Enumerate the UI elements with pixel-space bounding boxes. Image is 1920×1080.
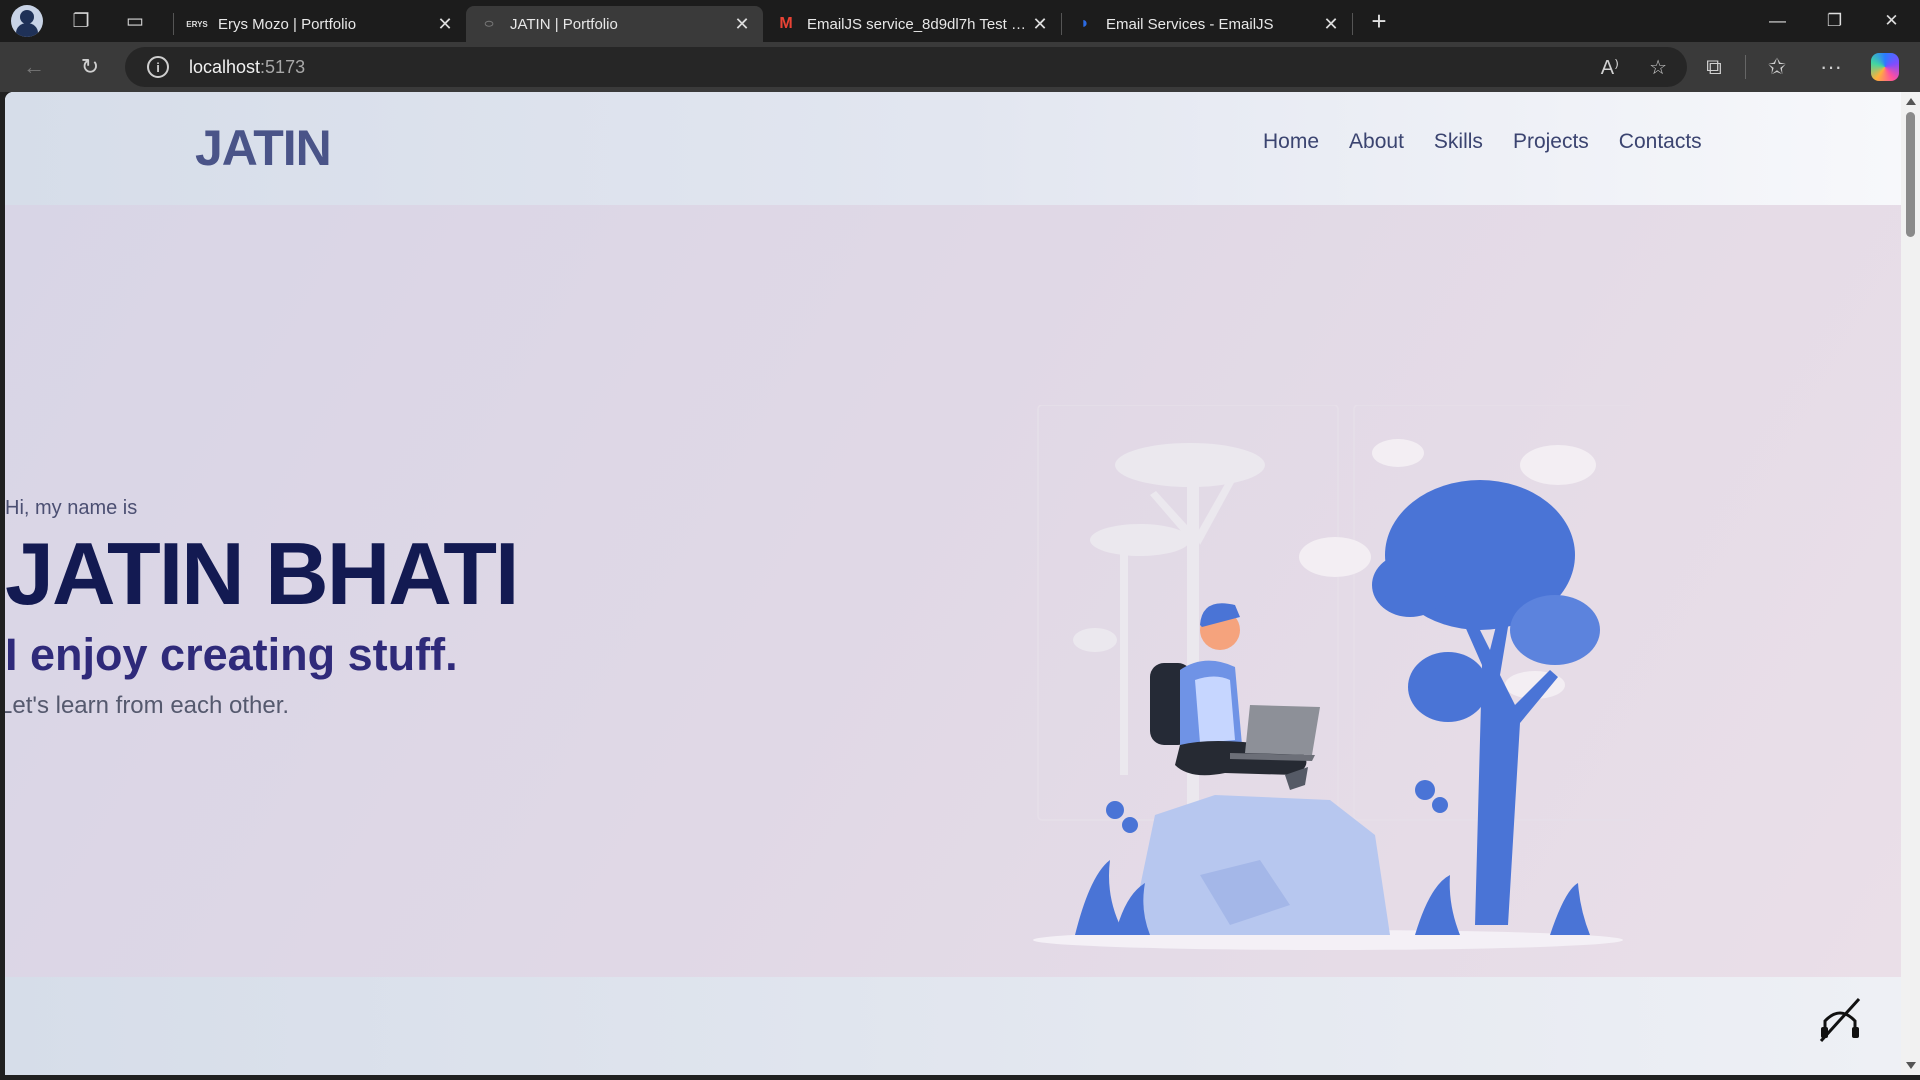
scroll-down-icon[interactable]	[1906, 1062, 1916, 1069]
tab-separator	[1352, 13, 1353, 35]
hero-illustration	[1033, 405, 1630, 950]
site-info-icon[interactable]: i	[147, 56, 169, 78]
profile-avatar[interactable]	[11, 5, 43, 37]
favorite-star-icon[interactable]: ☆	[1649, 55, 1667, 80]
gmail-icon: M	[779, 15, 793, 32]
refresh-icon[interactable]: ↻	[66, 47, 114, 87]
more-options-icon[interactable]: ···	[1804, 47, 1858, 87]
close-tab-icon[interactable]: ✕	[1320, 13, 1342, 35]
nav-home[interactable]: Home	[1263, 130, 1319, 154]
close-tab-icon[interactable]: ✕	[434, 13, 456, 35]
tab-emailjs-test[interactable]: M EmailJS service_8d9dl7h Test Ema ✕	[763, 6, 1061, 42]
tab-erys-portfolio[interactable]: ERYS Erys Mozo | Portfolio ✕	[174, 6, 466, 42]
close-tab-icon[interactable]: ✕	[1029, 13, 1051, 35]
hero-name: JATIN BHATI	[5, 524, 520, 623]
nav-about[interactable]: About	[1349, 130, 1404, 154]
erys-favicon-icon: ERYS	[186, 19, 208, 29]
address-bar[interactable]: i localhost:5173 A⁾ ☆	[125, 47, 1687, 87]
read-aloud-icon[interactable]: A⁾	[1601, 55, 1619, 80]
main-nav: Home About Skills Projects Contacts	[1263, 130, 1702, 154]
page-scrollbar[interactable]	[1901, 92, 1920, 1075]
vertical-tabs-icon[interactable]: ▭	[115, 3, 155, 39]
workspaces-icon[interactable]: ❐	[61, 3, 101, 39]
site-logo[interactable]: JATIN	[195, 119, 332, 177]
hero-greeting: Hi, my name is	[5, 497, 138, 519]
browser-tab-strip: ❐ ▭ ERYS Erys Mozo | Portfolio ✕ ⬭ JATIN…	[0, 0, 1920, 42]
toolbar-actions: ⧉ ✩ ···	[1687, 47, 1912, 87]
address-url[interactable]: localhost:5173	[189, 57, 305, 78]
toolbar-divider	[1745, 55, 1746, 79]
address-actions: A⁾ ☆	[1601, 47, 1667, 87]
favorites-icon[interactable]: ✩	[1750, 47, 1804, 87]
hero-section: Hi, my name is JATIN BHATI I enjoy creat…	[5, 205, 1901, 977]
tab-emailjs-services[interactable]: ◗ Email Services - EmailJS ✕	[1062, 6, 1352, 42]
nav-projects[interactable]: Projects	[1513, 130, 1589, 154]
scroll-up-icon[interactable]	[1906, 98, 1916, 105]
site-header: JATIN Home About Skills Projects Contact…	[5, 92, 1901, 205]
close-tab-icon[interactable]: ✕	[731, 13, 753, 35]
tab-jatin-portfolio[interactable]: ⬭ JATIN | Portfolio ✕	[466, 6, 763, 42]
url-port: :5173	[260, 56, 306, 77]
close-window-icon[interactable]: ✕	[1863, 0, 1920, 42]
music-off-icon[interactable]	[1815, 995, 1865, 1045]
tab-title: Erys Mozo | Portfolio	[218, 15, 357, 33]
back-icon[interactable]: ←	[10, 47, 58, 87]
new-tab-icon[interactable]: +	[1357, 6, 1401, 37]
minimize-icon[interactable]: —	[1749, 0, 1806, 42]
restore-icon[interactable]: ❐	[1806, 0, 1863, 42]
tab-title: JATIN | Portfolio	[510, 15, 618, 33]
nav-skills[interactable]: Skills	[1434, 130, 1483, 154]
page-viewport: JATIN Home About Skills Projects Contact…	[5, 92, 1901, 1075]
nav-contacts[interactable]: Contacts	[1619, 130, 1702, 154]
blue-tree	[1372, 480, 1600, 925]
copilot-icon[interactable]	[1858, 47, 1912, 87]
hero-tagline: I enjoy creating stuff.	[5, 629, 458, 680]
browser-toolbar: ← ↻ i localhost:5173 A⁾ ☆ ⧉ ✩ ···	[0, 42, 1920, 92]
tab-title: EmailJS service_8d9dl7h Test Ema	[807, 15, 1029, 33]
next-section-strip	[5, 977, 1901, 1075]
hero-subline: Let's learn from each other.	[5, 692, 290, 719]
page-favicon-icon: ⬭	[484, 18, 494, 30]
url-host: localhost	[189, 56, 261, 77]
person-with-laptop	[1150, 603, 1320, 790]
window-controls: — ❐ ✕	[1749, 0, 1920, 42]
extensions-icon[interactable]: ⧉	[1687, 47, 1741, 87]
scrollbar-thumb[interactable]	[1906, 112, 1915, 237]
tab-title: Email Services - EmailJS	[1106, 15, 1274, 33]
emailjs-icon: ◗	[1080, 15, 1090, 32]
